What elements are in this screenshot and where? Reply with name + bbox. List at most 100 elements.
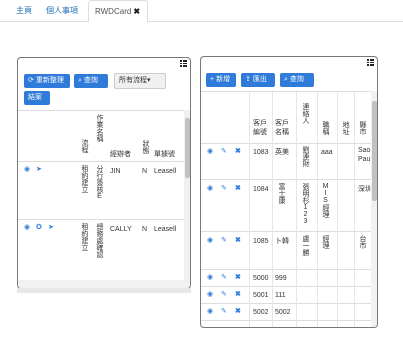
pencil-icon[interactable]: ✎ [221,274,227,282]
grid-line [337,91,338,327]
row-1085-id: 1085 [253,238,269,245]
col-header-city: 縣市 [359,121,366,135]
row2-task: 總務處確認 [96,223,103,258]
pencil-icon[interactable]: ✎ [221,185,227,193]
row-divider [201,269,371,270]
row1-flow: 租約建立 [81,165,88,193]
row-5001-id: 5001 [253,292,269,299]
refresh-button[interactable]: ⟳ 重新整理 [24,74,70,88]
tab-bar: 主頁 個人事項 RWDCard ✖ [0,0,403,23]
pencil-icon[interactable]: ✎ [221,308,227,316]
col-header-id: 客戶編號 [253,120,267,136]
grid-icon[interactable] [367,59,374,66]
col-header-address: 地址 [342,121,349,135]
header-divider [201,143,371,144]
horizontal-scrollbar[interactable] [18,280,190,288]
row-divider [201,179,371,180]
row-1083-id: 1083 [253,149,269,156]
row1-handler: JIN [110,168,121,175]
grid-line [354,91,355,327]
grid-line [272,91,273,327]
eye-icon[interactable]: ◉ [207,308,213,316]
row-1085-title: 經理 [322,235,329,249]
row-divider [201,231,371,232]
all-flows-dropdown[interactable]: 所有流程▾ [114,73,166,89]
search-icon: ⌕ [284,76,288,83]
col-header-flow: 流程 [81,139,88,153]
row1-status: N [142,168,148,175]
pencil-icon[interactable]: ✎ [221,237,227,245]
grid-line [317,91,318,327]
header-divider [18,161,184,162]
grid-icon[interactable] [180,60,187,67]
col-header-title: 職稱 [322,121,329,135]
vertical-scrollbar[interactable] [184,110,190,280]
row-5000-id: 5000 [253,275,269,282]
row-1083-title: aaa [321,149,333,156]
row1-task: 分行簽核E [96,165,103,200]
eye-icon[interactable]: ◉ [207,185,213,193]
row-1084-contact: 張明杉123 [302,183,309,225]
close-icon[interactable]: ✖ [235,274,241,282]
row-5000-name: 999 [275,275,287,282]
row-5002-id: 5002 [253,309,269,316]
pencil-icon[interactable]: ✎ [221,291,227,299]
close-icon[interactable]: ✖ [235,237,241,245]
col-header-handler: 經辦者 [110,151,131,158]
tab-personal[interactable]: 個人事項 [40,0,84,22]
row-divider [201,320,371,321]
close-case-button[interactable]: 結案 [24,91,50,105]
divider [18,110,190,111]
row-1084-city: 深圳 [358,186,372,193]
eye-icon[interactable]: ◉ [207,148,213,156]
close-icon[interactable]: ✖ [235,185,241,193]
search-button[interactable]: ⌕ 查詢 [74,74,108,88]
scrollbar-thumb[interactable] [372,101,377,201]
eye-icon[interactable]: ◉ [207,274,213,282]
row-1084-id: 1084 [253,186,269,193]
search-icon: ⌕ [78,77,82,84]
row-divider [18,219,184,220]
row-5001-name: 111 [275,292,286,299]
search-button[interactable]: ⌕ 查詢 [280,73,314,87]
eye-icon[interactable]: ◉ [24,166,30,174]
tab-rwdcard-label: RWDCard [95,7,132,16]
row-1083-name: 英美 [275,149,289,156]
row2-doc: Leasell [154,226,177,233]
plus-icon: + [210,76,215,83]
row2-status: N [142,226,148,233]
close-icon[interactable]: ✖ [133,7,140,16]
arrow-icon[interactable]: ➤ [36,166,42,174]
panel-footer [17,288,191,293]
workflow-panel: ⟳ 重新整理 ⌕ 查詢 所有流程▾ 結案 流程 作業名稱 經辦者 狀態 單據號 ◉ … [17,57,191,289]
row1-doc: Leasell [154,168,177,175]
eye-icon[interactable]: ◉ [207,291,213,299]
export-button[interactable]: ⇪ 匯出 [241,73,275,87]
close-icon[interactable]: ✖ [235,148,241,156]
scrollbar-thumb[interactable] [185,118,190,178]
tab-home[interactable]: 主頁 [10,0,38,22]
eye-icon[interactable]: ◉ [207,237,213,245]
refresh-icon: ⟳ [28,77,34,84]
row-divider [201,286,371,287]
add-button[interactable]: + 新增 [206,73,236,87]
pencil-icon[interactable]: ✎ [221,148,227,156]
col-header-contact: 連絡人 [302,103,309,124]
row-1085-contact: 盧一勝 [302,235,309,256]
gear-icon[interactable]: ✪ [36,224,42,232]
row-5002-name: 5002 [275,309,291,316]
row2-handler: CALLY [110,226,132,233]
grid-line [249,91,250,327]
customer-panel: + 新增 ⇪ 匯出 ⌕ 查詢 客戶編號 客戶名稱 連絡人 職稱 地址 縣市 ◉ ✎ ✖… [200,56,378,328]
col-header-task: 作業名稱 [96,114,103,142]
col-header-status: 狀態 [142,140,149,154]
tab-rwdcard[interactable]: RWDCard ✖ [88,0,148,23]
close-icon[interactable]: ✖ [235,308,241,316]
eye-icon[interactable]: ◉ [24,224,30,232]
vertical-scrollbar[interactable] [371,91,377,327]
arrow-icon[interactable]: ➤ [48,224,54,232]
close-icon[interactable]: ✖ [235,291,241,299]
row-1085-name: 卜韓 [275,238,289,245]
row2-flow: 租約建立 [81,223,88,251]
divider [201,91,377,92]
